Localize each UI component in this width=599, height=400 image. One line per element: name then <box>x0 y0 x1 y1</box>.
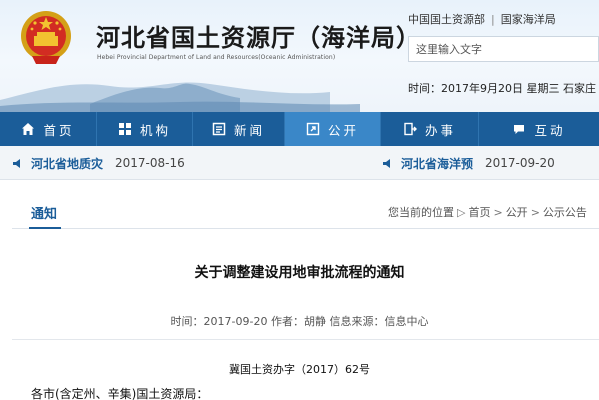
link-mlr[interactable]: 中国国土资源部 <box>408 13 485 26</box>
divider <box>12 339 599 340</box>
site-subtitle: Hebei Provincial Department of Land and … <box>97 54 336 61</box>
news-icon <box>212 122 226 136</box>
service-icon <box>403 122 417 136</box>
ticker-link[interactable]: 河北省海洋预 <box>401 155 473 172</box>
section-title: 通知 <box>31 207 58 222</box>
date-text: 时间：2017年9月20日 星期三 <box>408 82 560 95</box>
chevron-right-icon: > <box>493 206 503 219</box>
nav-item-org[interactable]: 机构 <box>97 112 193 146</box>
nav-item-interact[interactable]: 互动 <box>479 112 599 146</box>
nav-label: 首页 <box>43 122 75 138</box>
national-emblem-logo <box>21 11 71 64</box>
document-number: 冀国土资办字（2017）62号 <box>229 363 370 376</box>
ticker-date: 2017-09-20 <box>485 156 555 170</box>
location-text: 石家庄 <box>563 82 596 95</box>
link-soa[interactable]: 国家海洋局 <box>501 13 556 26</box>
search-box <box>408 36 599 62</box>
nav-item-open[interactable]: 公开 <box>285 112 381 146</box>
ticker-link[interactable]: 河北省地质灾 <box>31 155 103 172</box>
top-links: 中国国土资源部 | 国家海洋局 <box>408 11 556 27</box>
site-header: 河北省国土资源厅（海洋局） Hebei Provincial Departmen… <box>0 0 599 112</box>
nav-item-home[interactable]: 首页 <box>0 112 97 146</box>
breadcrumb-home[interactable]: 首页 <box>468 206 490 219</box>
nav-label: 新闻 <box>233 122 265 138</box>
breadcrumb-prefix: 您当前的位置 <box>388 206 454 219</box>
ticker-date: 2017-08-16 <box>115 156 185 170</box>
breadcrumb-notices[interactable]: 公示公告 <box>543 206 587 219</box>
nav-label: 公开 <box>327 122 359 138</box>
article-meta: 时间：2017-09-20 作者：胡静 信息来源：信息中心 <box>170 315 429 328</box>
nav-item-news[interactable]: 新闻 <box>193 112 285 146</box>
org-icon <box>118 122 132 136</box>
ticker-item[interactable]: 河北省地质灾 2017-08-16 <box>12 146 185 180</box>
notice-ticker: 河北省地质灾 2017-08-16 河北省海洋预 2017-09-20 <box>0 146 599 180</box>
breadcrumb: 您当前的位置 ▷ 首页 > 公开 > 公示公告 <box>388 204 587 220</box>
megaphone-icon <box>382 158 393 169</box>
divider: | <box>491 13 495 26</box>
nav-label: 机构 <box>139 122 171 138</box>
chevron-right-icon: > <box>530 206 540 219</box>
main-nav: 首页 机构 新闻 公开 办事 互动 <box>0 112 599 146</box>
section-title-underline <box>29 227 61 229</box>
home-icon <box>21 122 35 136</box>
breadcrumb-open[interactable]: 公开 <box>506 206 528 219</box>
nav-item-service[interactable]: 办事 <box>381 112 479 146</box>
interact-icon <box>512 122 526 136</box>
ticker-item[interactable]: 河北省海洋预 2017-09-20 <box>382 146 555 180</box>
megaphone-icon <box>12 158 23 169</box>
article-salutation: 各市(含定州、辛集)国土资源局： <box>31 387 209 400</box>
site-title: 河北省国土资源厅（海洋局） <box>96 24 421 52</box>
section-header: 通知 您当前的位置 ▷ 首页 > 公开 > 公示公告 <box>12 195 599 229</box>
nav-label: 办事 <box>424 122 456 138</box>
date-weather: 时间：2017年9月20日 星期三 石家庄 <box>408 76 599 101</box>
article-title: 关于调整建设用地审批流程的通知 <box>194 265 405 281</box>
open-icon <box>306 122 320 136</box>
chevron-right-icon: ▷ <box>457 206 466 219</box>
nav-label: 互动 <box>534 122 566 138</box>
search-input[interactable] <box>409 37 598 61</box>
